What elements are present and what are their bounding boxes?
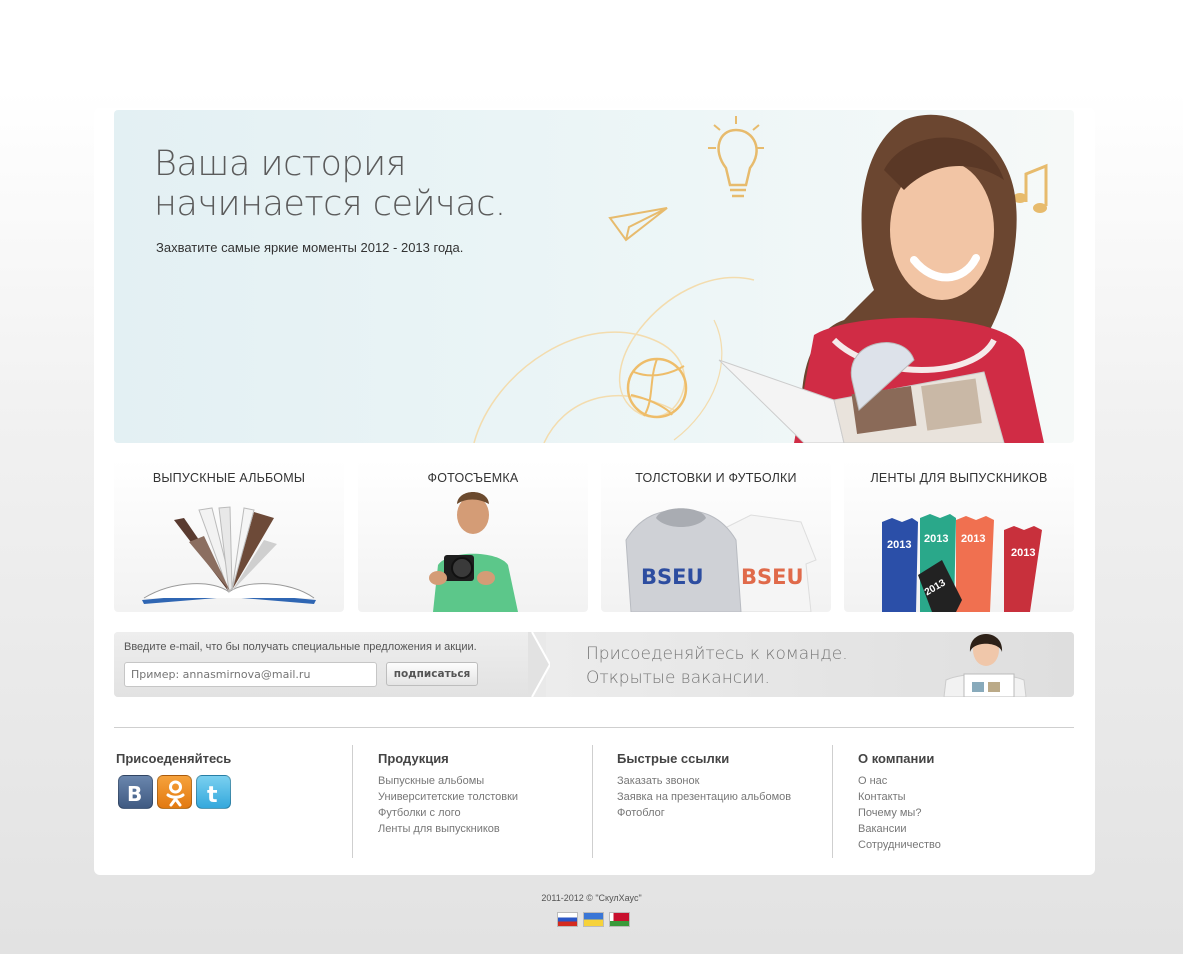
tile-graduate-ribbons[interactable]: 2013 2013 2013 2013 2013 ЛЕНТЫ ДЛЯ ВЫПУС… [844,460,1074,612]
footer-link[interactable]: Фотоблог [617,805,791,821]
footer-quick-links: Быстрые ссылки Заказать звонок Заявка на… [592,745,832,858]
footer-link[interactable]: Ленты для выпускников [378,821,518,837]
tile-graduation-albums[interactable]: ВЫПУСКНЫЕ АЛЬБОМЫ [114,460,344,612]
tile-hoodies-tshirts[interactable]: BSEU BSEU ТОЛСТОВКИ И ФУТБОЛКИ [601,460,831,612]
svg-text:2013: 2013 [887,539,911,551]
footer-join-title: Присоеденяйтесь [116,751,232,766]
paper-plane-doodle [608,207,668,242]
tile-label: ТОЛСТОВКИ И ФУТБОЛКИ [635,471,797,485]
odnoklassniki-icon[interactable] [157,775,192,809]
vacancies-line1: Присоеденяйтесь к команде. [586,644,848,664]
volleyball-doodle [626,357,688,419]
footer-quick-title: Быстрые ссылки [617,751,730,766]
language-flags [557,912,630,927]
hero-title-line2: начинается сейчас. [154,184,506,224]
vacancies-text: Присоеденяйтесь к команде. Открытые вака… [586,642,848,690]
arrow-divider [528,632,550,697]
subscribe-text: Введите e-mail, что бы получать специаль… [124,641,477,653]
footer-link[interactable]: Контакты [858,789,941,805]
vacancies-banner[interactable]: Присоеденяйтесь к команде. Открытые вака… [546,632,1074,697]
hero-title-line1: Ваша история [154,144,406,184]
music-note-doodle [1013,163,1048,213]
team-member-photo [943,634,1027,697]
footer-link[interactable]: Сотрудничество [858,837,941,853]
svg-text:2013: 2013 [924,533,948,545]
girl-with-album-photo [718,114,1044,443]
footer-company-links: О нас Контакты Почему мы? Вакансии Сотру… [858,773,941,853]
footer-company: О компании О нас Контакты Почему мы? Вак… [832,745,1074,858]
tile-photography[interactable]: ФОТОСЪЕМКА [358,460,588,612]
footer-company-title: О компании [858,751,935,766]
category-tiles: ВЫПУСКНЫЕ АЛЬБОМЫ ФОТОСЪЕМКА BSEU BSEU Т… [114,460,1074,612]
svg-text:B: B [127,782,142,806]
copyright: 2011-2012 © "СкулХаус" [541,893,642,903]
footer-link[interactable]: Университетские толстовки [378,789,518,805]
svg-text:t: t [207,783,218,808]
twitter-icon[interactable]: t [196,775,231,809]
footer-products-title: Продукция [378,751,449,766]
footer-link[interactable]: Выпускные альбомы [378,773,518,789]
footer-link[interactable]: Почему мы? [858,805,941,821]
subscribe-button[interactable]: подписаться [386,662,478,686]
hero-banner[interactable]: Ваша история начинается сейчас. Захватит… [114,110,1074,443]
footer-products: Продукция Выпускные альбомы Университетс… [352,745,592,858]
tile-label: ФОТОСЪЕМКА [427,471,519,485]
hero-title: Ваша история начинается сейчас. [154,144,574,224]
footer-link[interactable]: Футболки с лого [378,805,518,821]
footer-divider [114,727,1074,728]
footer-link[interactable]: Вакансии [858,821,941,837]
email-input[interactable] [124,662,377,687]
social-links: B t [118,775,231,809]
footer-link[interactable]: Заказать звонок [617,773,791,789]
hoodie-print: BSEU [641,565,704,589]
svg-text:2013: 2013 [961,533,985,545]
hero-subtitle: Захватите самые яркие моменты 2012 - 201… [156,240,464,255]
lightbulb-doodle [708,116,764,198]
footer-products-links: Выпускные альбомы Университетские толсто… [378,773,518,837]
subscribe-form: Введите e-mail, что бы получать специаль… [114,632,532,697]
vkontakte-icon[interactable]: B [118,775,153,809]
belarus-flag[interactable] [609,912,630,927]
tile-label: ВЫПУСКНЫЕ АЛЬБОМЫ [152,471,306,485]
subscribe-bar: Присоеденяйтесь к команде. Открытые вака… [114,632,1074,697]
tshirt-print: BSEU [741,565,804,589]
footer-join: Присоеденяйтесь B t [114,745,352,858]
tile-label: ЛЕНТЫ ДЛЯ ВЫПУСКНИКОВ [870,471,1048,485]
footer-link[interactable]: О нас [858,773,941,789]
vacancies-line2: Открытые вакансии. [586,668,770,688]
svg-text:2013: 2013 [1011,547,1035,559]
russia-flag[interactable] [557,912,578,927]
ukraine-flag[interactable] [583,912,604,927]
footer-quick-links-list: Заказать звонок Заявка на презентацию ал… [617,773,791,821]
footer-link[interactable]: Заявка на презентацию альбомов [617,789,791,805]
